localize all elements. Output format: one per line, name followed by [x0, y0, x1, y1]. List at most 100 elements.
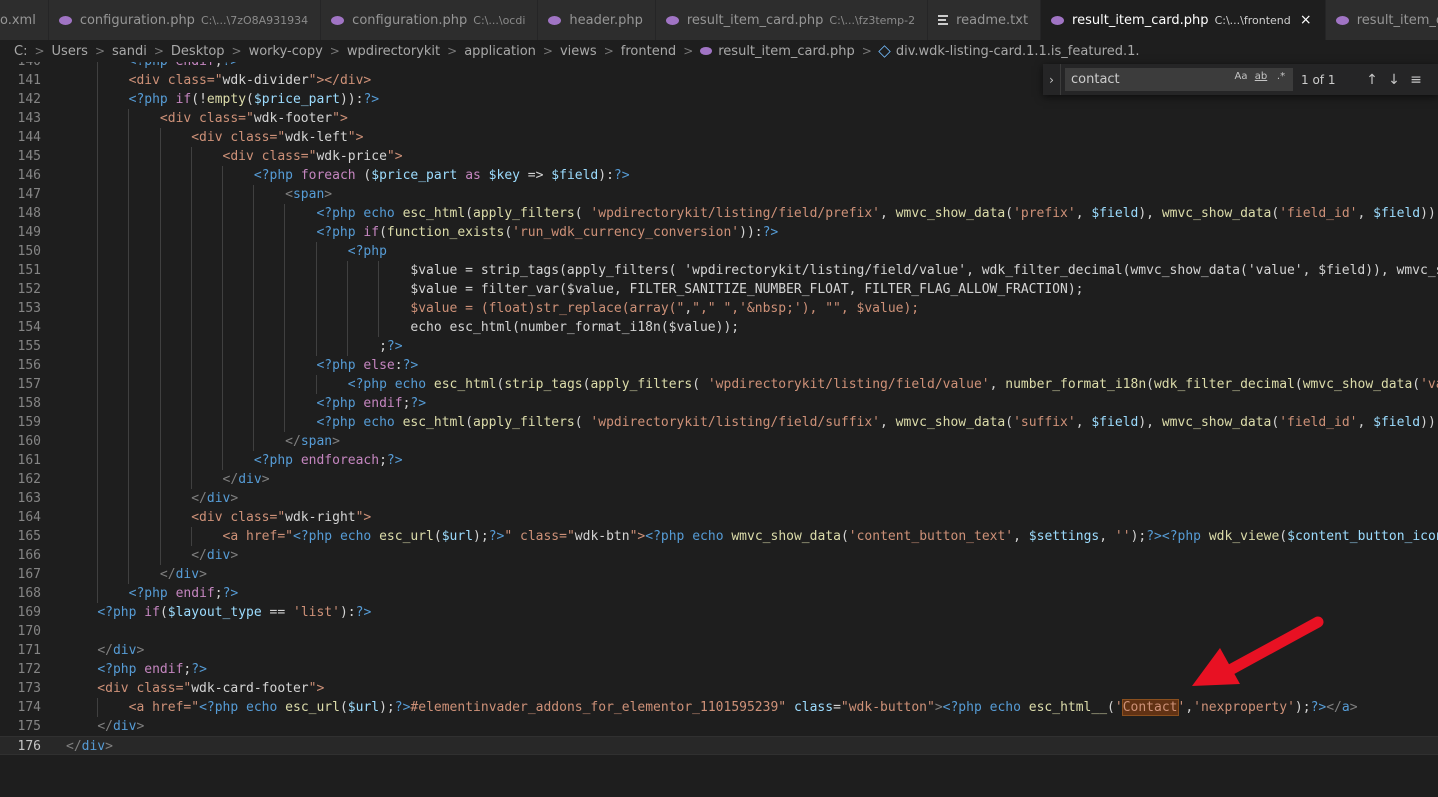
- indent-guide: [128, 128, 130, 147]
- code-line[interactable]: 143 <div class="wdk-footer">: [0, 109, 1438, 128]
- indent-guide: [128, 432, 130, 451]
- indent-guide: [190, 432, 192, 451]
- indent-guide: [159, 508, 161, 527]
- breadcrumb-segment[interactable]: views: [560, 44, 597, 59]
- indent-guide: [190, 394, 192, 413]
- code-line[interactable]: 148 <?php echo esc_html(apply_filters( '…: [0, 204, 1438, 223]
- indent-guide: [97, 109, 99, 128]
- code-line[interactable]: 154 echo esc_html(number_format_i18n($va…: [0, 318, 1438, 337]
- breadcrumb-segment[interactable]: application: [464, 44, 536, 59]
- code-line[interactable]: 174 <a href="<?php echo esc_url($url);?>…: [0, 698, 1438, 717]
- indent-guide: [97, 62, 99, 71]
- line-number: 160: [17, 434, 41, 449]
- indent-guide: [190, 242, 192, 261]
- code-line[interactable]: 158 <?php endif;?>: [0, 394, 1438, 413]
- breadcrumb: C: > Users > sandi > Desktop > worky-copy > wpdire…: [0, 40, 1438, 62]
- code-line[interactable]: 167 </div>: [0, 565, 1438, 584]
- code-line[interactable]: 168 <?php endif;?>: [0, 584, 1438, 603]
- next-match-arrow-icon[interactable]: ↓: [1383, 72, 1405, 88]
- tab-configuration-php[interactable]: configuration.php C:\...\ocdi: [321, 0, 539, 40]
- indent-guide: [97, 90, 99, 109]
- line-number: 151: [17, 263, 41, 278]
- code-text: <?php endforeach;?>: [253, 453, 403, 468]
- find-input[interactable]: contact Aa ab .*: [1065, 68, 1293, 91]
- indent-guide: [284, 337, 286, 356]
- breadcrumb-segment[interactable]: Users: [52, 44, 88, 59]
- code-line[interactable]: 146 <?php foreach ($price_part as $key =…: [0, 166, 1438, 185]
- code-text: <?php if($layout_type == 'list'):?>: [97, 605, 372, 620]
- code-line[interactable]: 151 $value = strip_tags(apply_filters( '…: [0, 261, 1438, 280]
- indent-guide: [159, 489, 161, 508]
- tab-result-item-card-php[interactable]: result_item_card.php C:\...\frontend ×: [1041, 0, 1326, 40]
- indent-guide: [128, 394, 130, 413]
- code-line[interactable]: 165 <a href="<?php echo esc_url($url);?>…: [0, 527, 1438, 546]
- tab-label: header.php: [569, 12, 643, 28]
- indent-guide: [97, 280, 99, 299]
- find-query[interactable]: contact: [1071, 72, 1120, 87]
- php-icon: [58, 15, 72, 25]
- close-tab-icon[interactable]: ×: [1299, 12, 1313, 28]
- code-line[interactable]: 160 </span>: [0, 432, 1438, 451]
- line-number: 144: [17, 130, 41, 145]
- breadcrumb-segment[interactable]: worky-copy: [249, 44, 323, 59]
- breadcrumb-segment[interactable]: div.wdk-listing-card.1.1.is_featured.1.: [896, 44, 1140, 59]
- tab-header-php[interactable]: header.php: [538, 0, 656, 40]
- indent-guide: [222, 451, 223, 470]
- indent-guide: [284, 242, 286, 261]
- code-text: <?php endif;?>: [128, 586, 239, 601]
- indent-guide: [346, 337, 348, 356]
- breadcrumb-segment[interactable]: wpdirectorykit: [347, 44, 440, 59]
- indent-guide: [97, 71, 99, 90]
- code-line[interactable]: 175 </div>: [0, 717, 1438, 736]
- whole-word-icon[interactable]: ab: [1253, 71, 1269, 82]
- breadcrumb-segment[interactable]: C:: [14, 44, 27, 59]
- code-line[interactable]: 144 <div class="wdk-left">: [0, 128, 1438, 147]
- indent-guide: [253, 280, 255, 299]
- regex-icon[interactable]: .*: [1273, 71, 1289, 82]
- code-line[interactable]: 150 <?php: [0, 242, 1438, 261]
- indent-guide: [190, 356, 192, 375]
- toggle-replace-chevron-icon[interactable]: ›: [1043, 64, 1061, 95]
- tab-result-item-card-php[interactable]: result_item_card.php C:\...\fz3temp-2: [655, 0, 929, 40]
- code-line[interactable]: 162 </div>: [0, 470, 1438, 489]
- breadcrumb-segment[interactable]: sandi: [112, 44, 147, 59]
- tab-configuration-php[interactable]: configuration.php C:\...\7zO8A931934: [48, 0, 322, 40]
- code-line[interactable]: 164 <div class="wdk-right">: [0, 508, 1438, 527]
- code-line[interactable]: 145 <div class="wdk-price">: [0, 147, 1438, 166]
- tab-o-xml[interactable]: o.xml: [0, 0, 49, 40]
- indent-guide: [222, 261, 223, 280]
- code-line[interactable]: 157 <?php echo esc_html(strip_tags(apply…: [0, 375, 1438, 394]
- breadcrumb-segment[interactable]: frontend: [621, 44, 676, 59]
- indent-guide: [97, 508, 99, 527]
- breadcrumb-segment[interactable]: Desktop: [171, 44, 225, 59]
- code-line[interactable]: 156 <?php else:?>: [0, 356, 1438, 375]
- code-line[interactable]: 155 ;?>: [0, 337, 1438, 356]
- indent-guide: [97, 394, 99, 413]
- previous-match-arrow-icon[interactable]: ↑: [1361, 72, 1383, 88]
- code-line[interactable]: 159 <?php echo esc_html(apply_filters( '…: [0, 413, 1438, 432]
- code-line[interactable]: 147 <span>: [0, 185, 1438, 204]
- indent-guide: [97, 698, 99, 717]
- code-line[interactable]: 163 </div>: [0, 489, 1438, 508]
- code-text: </div>: [97, 719, 145, 734]
- red-arrow-annotation-icon: [1192, 616, 1324, 686]
- code-line[interactable]: 152 $value = filter_var($value, FILTER_S…: [0, 280, 1438, 299]
- code-text: <?php if(function_exists('run_wdk_curren…: [316, 225, 779, 240]
- code-line[interactable]: 176 </div>: [0, 736, 1438, 755]
- code-line[interactable]: 153 $value = (float)str_replace(array(",…: [0, 299, 1438, 318]
- line-number: 174: [17, 700, 41, 715]
- code-line[interactable]: 161 <?php endforeach;?>: [0, 451, 1438, 470]
- tab-result-item-card[interactable]: result_item_card: [1325, 0, 1438, 40]
- line-number: 145: [17, 149, 41, 164]
- line-number: 149: [17, 225, 41, 240]
- breadcrumb-chevron-icon: >: [683, 44, 694, 58]
- match-case-icon[interactable]: Aa: [1233, 71, 1249, 82]
- code-text: <a href="<?php echo esc_url($url);?>" cl…: [66, 529, 1438, 544]
- breadcrumb-segment[interactable]: result_item_card.php: [718, 44, 855, 59]
- indent-guide: [128, 546, 130, 565]
- code-line[interactable]: 149 <?php if(function_exists('run_wdk_cu…: [0, 223, 1438, 242]
- tab-readme-txt[interactable]: readme.txt: [928, 0, 1042, 40]
- find-in-selection-icon[interactable]: ≡: [1405, 72, 1427, 88]
- tab-path: C:\...\7zO8A931934: [200, 13, 309, 27]
- code-line[interactable]: 166 </div>: [0, 546, 1438, 565]
